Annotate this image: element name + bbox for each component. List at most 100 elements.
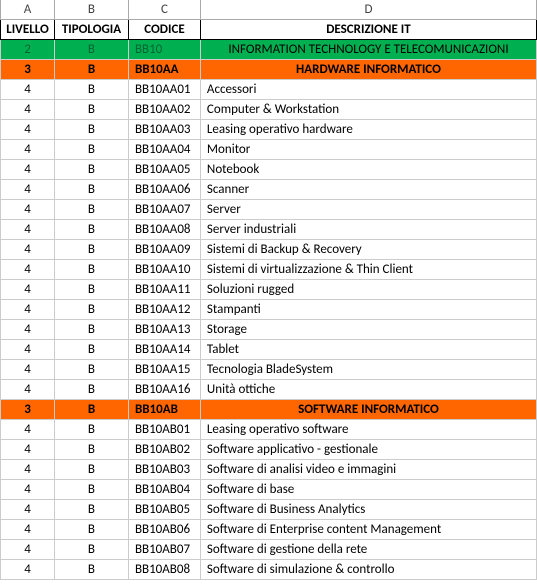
cell-codice[interactable]: BB10AA13	[128, 320, 200, 340]
cell-livello[interactable]: 4	[1, 80, 55, 100]
cell-tipologia[interactable]: B	[54, 80, 128, 100]
cell-codice[interactable]: BB10AA10	[128, 260, 200, 280]
cell-codice[interactable]: BB10AB07	[128, 540, 200, 560]
cell-descrizione[interactable]: Sistemi di Backup & Recovery	[200, 240, 536, 260]
cell-tipologia[interactable]: B	[54, 460, 128, 480]
cell-descrizione[interactable]: Soluzioni rugged	[200, 280, 536, 300]
cell-descrizione[interactable]: Leasing operativo hardware	[200, 120, 536, 140]
cell-codice[interactable]: BB10AA14	[128, 340, 200, 360]
cell-descrizione[interactable]: Computer & Workstation	[200, 100, 536, 120]
cell-tipologia[interactable]: B	[54, 180, 128, 200]
cell-livello[interactable]: 4	[1, 140, 55, 160]
col-letter-b[interactable]: B	[54, 0, 128, 20]
cell-livello[interactable]: 4	[1, 200, 55, 220]
cell-descrizione[interactable]: Leasing operativo software	[200, 420, 536, 440]
cell-descrizione[interactable]: Notebook	[200, 160, 536, 180]
cell-tipologia[interactable]: B	[54, 440, 128, 460]
cell-tipologia[interactable]: B	[54, 60, 128, 80]
cell-tipologia[interactable]: B	[54, 300, 128, 320]
cell-livello[interactable]: 4	[1, 360, 55, 380]
cell-codice[interactable]: BB10AB	[128, 400, 200, 420]
cell-tipologia[interactable]: B	[54, 360, 128, 380]
cell-tipologia[interactable]: B	[54, 520, 128, 540]
cell-codice[interactable]: BB10AB05	[128, 500, 200, 520]
cell-livello[interactable]: 4	[1, 280, 55, 300]
cell-tipologia[interactable]: B	[54, 500, 128, 520]
cell-codice[interactable]: BB10AB06	[128, 520, 200, 540]
cell-livello[interactable]: 4	[1, 560, 55, 580]
cell-codice[interactable]: BB10AB01	[128, 420, 200, 440]
cell-codice[interactable]: BB10AA16	[128, 380, 200, 400]
cell-codice[interactable]: BB10AA09	[128, 240, 200, 260]
cell-descrizione[interactable]: Software di gestione della rete	[200, 540, 536, 560]
cell-descrizione[interactable]: HARDWARE INFORMATICO	[200, 60, 536, 80]
cell-codice[interactable]: BB10AA03	[128, 120, 200, 140]
cell-codice[interactable]: BB10AA04	[128, 140, 200, 160]
cell-livello[interactable]: 4	[1, 240, 55, 260]
cell-descrizione[interactable]: SOFTWARE INFORMATICO	[200, 400, 536, 420]
col-letter-a[interactable]: A	[1, 0, 55, 20]
cell-livello[interactable]: 4	[1, 460, 55, 480]
cell-descrizione[interactable]: Software di Enterprise content Managemen…	[200, 520, 536, 540]
cell-tipologia[interactable]: B	[54, 40, 128, 60]
cell-descrizione[interactable]: Stampanti	[200, 300, 536, 320]
cell-tipologia[interactable]: B	[54, 340, 128, 360]
cell-livello[interactable]: 3	[1, 400, 55, 420]
cell-descrizione[interactable]: Server	[200, 200, 536, 220]
cell-codice[interactable]: BB10AA08	[128, 220, 200, 240]
cell-descrizione[interactable]: Storage	[200, 320, 536, 340]
cell-descrizione[interactable]: Software di base	[200, 480, 536, 500]
cell-codice[interactable]: BB10AA01	[128, 80, 200, 100]
cell-tipologia[interactable]: B	[54, 380, 128, 400]
cell-codice[interactable]: BB10	[128, 40, 200, 60]
cell-tipologia[interactable]: B	[54, 280, 128, 300]
cell-codice[interactable]: BB10AB08	[128, 560, 200, 580]
cell-descrizione[interactable]: Monitor	[200, 140, 536, 160]
cell-descrizione[interactable]: Scanner	[200, 180, 536, 200]
cell-codice[interactable]: BB10AB02	[128, 440, 200, 460]
cell-descrizione[interactable]: INFORMATION TECHNOLOGY E TELECOMUNICAZIO…	[200, 40, 536, 60]
cell-codice[interactable]: BB10AA15	[128, 360, 200, 380]
header-livello[interactable]: LIVELLO	[1, 20, 55, 40]
cell-tipologia[interactable]: B	[54, 240, 128, 260]
cell-descrizione[interactable]: Software di analisi video e immagini	[200, 460, 536, 480]
cell-tipologia[interactable]: B	[54, 220, 128, 240]
cell-livello[interactable]: 4	[1, 420, 55, 440]
header-descrizione[interactable]: DESCRIZIONE IT	[200, 20, 536, 40]
cell-livello[interactable]: 4	[1, 480, 55, 500]
cell-descrizione[interactable]: Unità ottiche	[200, 380, 536, 400]
cell-livello[interactable]: 4	[1, 320, 55, 340]
cell-livello[interactable]: 4	[1, 100, 55, 120]
cell-descrizione[interactable]: Server industriali	[200, 220, 536, 240]
col-letter-d[interactable]: D	[200, 0, 536, 20]
cell-descrizione[interactable]: Accessori	[200, 80, 536, 100]
cell-livello[interactable]: 2	[1, 40, 55, 60]
cell-livello[interactable]: 4	[1, 160, 55, 180]
cell-codice[interactable]: BB10AA06	[128, 180, 200, 200]
col-letter-c[interactable]: C	[128, 0, 200, 20]
cell-tipologia[interactable]: B	[54, 560, 128, 580]
cell-descrizione[interactable]: Software applicativo - gestionale	[200, 440, 536, 460]
cell-livello[interactable]: 4	[1, 380, 55, 400]
cell-tipologia[interactable]: B	[54, 100, 128, 120]
cell-codice[interactable]: BB10AA11	[128, 280, 200, 300]
header-tipologia[interactable]: TIPOLOGIA	[54, 20, 128, 40]
cell-tipologia[interactable]: B	[54, 320, 128, 340]
cell-livello[interactable]: 4	[1, 180, 55, 200]
cell-livello[interactable]: 4	[1, 300, 55, 320]
cell-tipologia[interactable]: B	[54, 120, 128, 140]
cell-livello[interactable]: 4	[1, 540, 55, 560]
cell-descrizione[interactable]: Software di simulazione & controllo	[200, 560, 536, 580]
cell-codice[interactable]: BB10AA07	[128, 200, 200, 220]
cell-tipologia[interactable]: B	[54, 420, 128, 440]
cell-livello[interactable]: 4	[1, 440, 55, 460]
cell-tipologia[interactable]: B	[54, 480, 128, 500]
cell-descrizione[interactable]: Tablet	[200, 340, 536, 360]
cell-tipologia[interactable]: B	[54, 160, 128, 180]
cell-livello[interactable]: 3	[1, 60, 55, 80]
cell-descrizione[interactable]: Tecnologia BladeSystem	[200, 360, 536, 380]
cell-tipologia[interactable]: B	[54, 540, 128, 560]
cell-codice[interactable]: BB10AA12	[128, 300, 200, 320]
cell-livello[interactable]: 4	[1, 120, 55, 140]
cell-codice[interactable]: BB10AA05	[128, 160, 200, 180]
